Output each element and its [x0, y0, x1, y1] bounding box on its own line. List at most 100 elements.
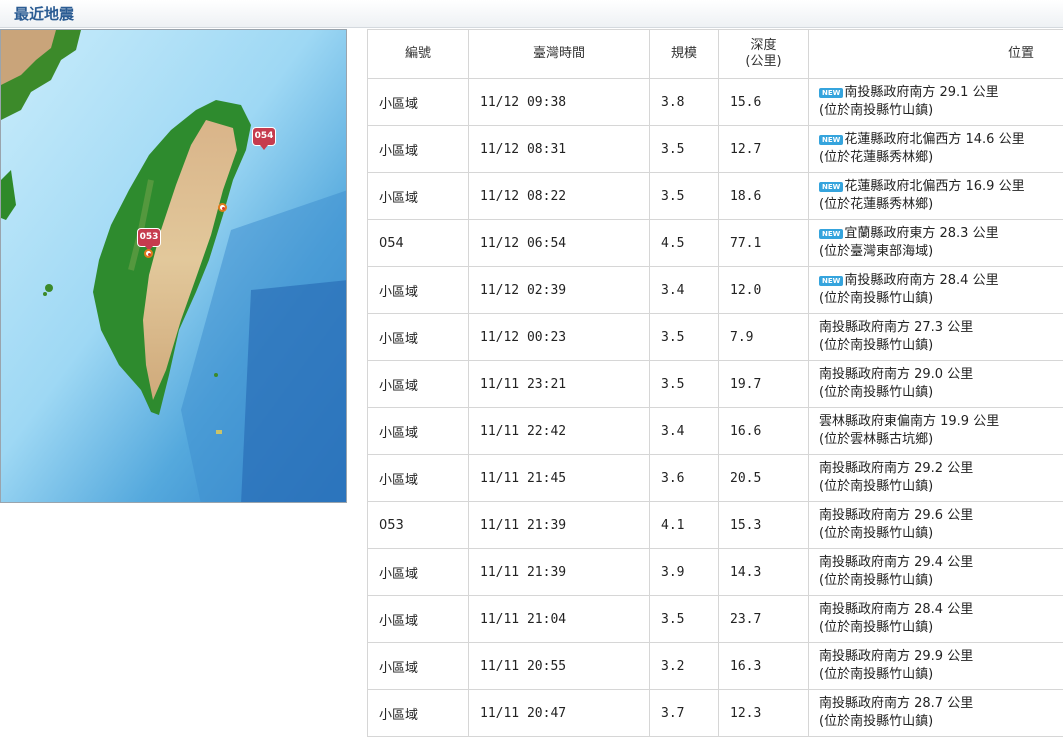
table-row[interactable]: 小區域11/11 20:473.712.3南投縣政府南方 28.7 公里(位於南…	[368, 690, 1063, 737]
new-badge: NEW	[819, 135, 843, 145]
cell-time: 11/11 22:42	[469, 408, 650, 455]
header-bar: 最近地震	[0, 0, 1063, 28]
cell-id: 小區域	[368, 455, 469, 502]
cell-magnitude: 4.1	[650, 502, 719, 549]
cell-id: 小區域	[368, 549, 469, 596]
earthquake-table: 編號 臺灣時間 規模 深度 (公里) 位置 小區域11/12 09:383.81…	[367, 29, 1063, 737]
cell-depth: 16.6	[719, 408, 809, 455]
cell-time: 11/11 20:55	[469, 643, 650, 690]
cell-depth: 12.0	[719, 267, 809, 314]
location-text: 南投縣政府南方 29.2 公里	[819, 461, 973, 476]
location-township: (位於南投縣竹山鎮)	[819, 385, 933, 400]
cell-magnitude: 3.5	[650, 596, 719, 643]
cell-id: 小區域	[368, 643, 469, 690]
col-header-location: 位置	[809, 30, 1063, 79]
new-badge: NEW	[819, 88, 843, 98]
location-text: 南投縣政府南方 29.6 公里	[819, 508, 973, 523]
cell-depth: 18.6	[719, 173, 809, 220]
table-row[interactable]: 05311/11 21:394.115.3南投縣政府南方 29.6 公里(位於南…	[368, 502, 1063, 549]
table-row[interactable]: 小區域11/11 22:423.416.6雲林縣政府東偏南方 19.9 公里(位…	[368, 408, 1063, 455]
col-header-time: 臺灣時間	[469, 30, 650, 79]
location-township: (位於南投縣竹山鎮)	[819, 573, 933, 588]
epicenter-dot[interactable]	[218, 203, 227, 212]
cell-time: 11/12 02:39	[469, 267, 650, 314]
cell-magnitude: 3.5	[650, 314, 719, 361]
cell-location: 南投縣政府南方 28.4 公里(位於南投縣竹山鎮)	[809, 596, 1063, 643]
cell-location: NEW花蓮縣政府北偏西方 14.6 公里 (位於花蓮縣秀林鄉)	[809, 126, 1063, 173]
table-row[interactable]: 小區域11/11 20:553.216.3南投縣政府南方 29.9 公里(位於南…	[368, 643, 1063, 690]
epicenter-dot[interactable]	[144, 249, 153, 258]
table-row[interactable]: 小區域11/12 02:393.412.0NEW南投縣政府南方 28.4 公里(…	[368, 267, 1063, 314]
cell-location: 南投縣政府南方 29.6 公里 (位於南投縣竹山鎮)	[809, 502, 1063, 549]
location-township: (位於南投縣竹山鎮)	[819, 714, 933, 729]
table-row[interactable]: 小區域11/12 00:233.57.9南投縣政府南方 27.3 公里(位於南投…	[368, 314, 1063, 361]
map-marker-053[interactable]: 053	[138, 229, 160, 246]
cell-magnitude: 3.6	[650, 455, 719, 502]
location-township: (位於花蓮縣秀林鄉)	[819, 150, 933, 165]
cell-location: NEW南投縣政府南方 28.4 公里(位於南投縣竹山鎮)	[809, 267, 1063, 314]
cell-depth: 12.7	[719, 126, 809, 173]
cell-magnitude: 4.5	[650, 220, 719, 267]
location-text: 南投縣政府南方 29.0 公里	[819, 367, 973, 382]
map-marker-054[interactable]: 054	[253, 128, 275, 145]
cell-magnitude: 3.7	[650, 690, 719, 737]
cell-magnitude: 3.4	[650, 408, 719, 455]
cell-magnitude: 3.9	[650, 549, 719, 596]
cell-depth: 20.5	[719, 455, 809, 502]
cell-id: 小區域	[368, 126, 469, 173]
location-township: (位於南投縣竹山鎮)	[819, 338, 933, 353]
cell-time: 11/12 08:22	[469, 173, 650, 220]
cell-depth: 14.3	[719, 549, 809, 596]
cell-magnitude: 3.4	[650, 267, 719, 314]
cell-time: 11/11 20:47	[469, 690, 650, 737]
cell-location: 南投縣政府南方 29.2 公里 (位於南投縣竹山鎮)	[809, 455, 1063, 502]
cell-depth: 16.3	[719, 643, 809, 690]
cell-time: 11/12 09:38	[469, 79, 650, 126]
map-image	[1, 30, 347, 503]
location-text: 南投縣政府南方 28.4 公里	[844, 273, 998, 288]
cell-id: 小區域	[368, 267, 469, 314]
cell-id: 小區域	[368, 408, 469, 455]
cell-time: 11/11 21:39	[469, 502, 650, 549]
cell-depth: 77.1	[719, 220, 809, 267]
col-header-depth: 深度 (公里)	[719, 30, 809, 79]
cell-id: 小區域	[368, 690, 469, 737]
cell-depth: 23.7	[719, 596, 809, 643]
table-row[interactable]: 小區域11/11 21:393.914.3南投縣政府南方 29.4 公里(位於南…	[368, 549, 1063, 596]
location-township: (位於花蓮縣秀林鄉)	[819, 197, 933, 212]
cell-time: 11/11 21:39	[469, 549, 650, 596]
table-row[interactable]: 小區域11/12 08:223.518.6NEW花蓮縣政府北偏西方 16.9 公…	[368, 173, 1063, 220]
page-title: 最近地震	[14, 3, 74, 24]
table-header-row: 編號 臺灣時間 規模 深度 (公里) 位置	[368, 30, 1063, 79]
location-text: 南投縣政府南方 29.9 公里	[819, 649, 973, 664]
depth-header-label: 深度	[750, 38, 776, 53]
location-township: (位於南投縣竹山鎮)	[819, 526, 933, 541]
table-row[interactable]: 小區域11/11 23:213.519.7南投縣政府南方 29.0 公里(位於南…	[368, 361, 1063, 408]
location-text: 花蓮縣政府北偏西方 14.6 公里	[844, 132, 1024, 147]
location-text: 宜蘭縣政府東方 28.3 公里	[844, 226, 998, 241]
table-row[interactable]: 小區域11/12 08:313.512.7NEW花蓮縣政府北偏西方 14.6 公…	[368, 126, 1063, 173]
cell-magnitude: 3.5	[650, 126, 719, 173]
cell-location: NEW南投縣政府南方 29.1 公里(位於南投縣竹山鎮)	[809, 79, 1063, 126]
location-township: (位於南投縣竹山鎮)	[819, 291, 933, 306]
earthquake-map[interactable]: 054 053	[0, 29, 347, 503]
table-row[interactable]: 小區域11/11 21:453.620.5 南投縣政府南方 29.2 公里 (位於南…	[368, 455, 1063, 502]
location-text: 南投縣政府南方 28.7 公里	[819, 696, 973, 711]
cell-depth: 19.7	[719, 361, 809, 408]
table-row[interactable]: 05411/12 06:544.577.1NEW宜蘭縣政府東方 28.3 公里(…	[368, 220, 1063, 267]
cell-id: 054	[368, 220, 469, 267]
cell-time: 11/12 08:31	[469, 126, 650, 173]
col-header-magnitude: 規模	[650, 30, 719, 79]
depth-header-unit: (公里)	[745, 54, 781, 69]
cell-time: 11/12 00:23	[469, 314, 650, 361]
table-row[interactable]: 小區域11/11 21:043.523.7南投縣政府南方 28.4 公里(位於南…	[368, 596, 1063, 643]
cell-magnitude: 3.5	[650, 361, 719, 408]
cell-location: 雲林縣政府東偏南方 19.9 公里(位於雲林縣古坑鄉)	[809, 408, 1063, 455]
cell-time: 11/11 21:45	[469, 455, 650, 502]
table-row[interactable]: 小區域11/12 09:383.815.6NEW南投縣政府南方 29.1 公里(…	[368, 79, 1063, 126]
new-badge: NEW	[819, 182, 843, 192]
cell-location: 南投縣政府南方 28.7 公里 (位於南投縣竹山鎮)	[809, 690, 1063, 737]
location-township: (位於南投縣竹山鎮)	[819, 479, 933, 494]
location-township: (位於南投縣竹山鎮)	[819, 620, 933, 635]
cell-time: 11/11 21:04	[469, 596, 650, 643]
